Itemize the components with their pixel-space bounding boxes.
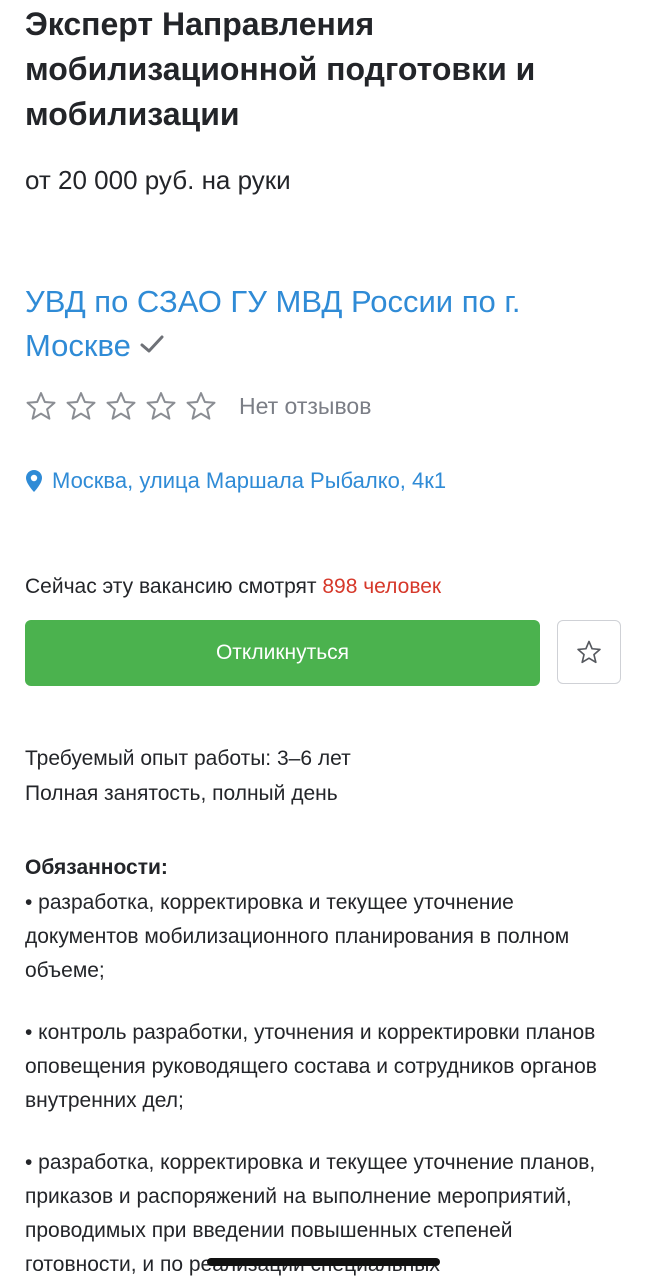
favorite-button[interactable] <box>557 620 621 684</box>
duty-item: • разработка, корректировка и текущее ут… <box>25 891 570 982</box>
viewers-info: Сейчас эту вакансию смотрят 898 человек <box>25 572 441 602</box>
viewers-count: 898 человек <box>322 575 442 598</box>
experience-text: Требуемый опыт работы: 3–6 лет <box>25 747 351 770</box>
company-name: УВД по СЗАО ГУ МВД России по г. Москве <box>25 284 521 363</box>
company-link[interactable]: УВД по СЗАО ГУ МВД России по г. Москве <box>25 280 625 368</box>
viewers-prefix: Сейчас эту вакансию смотрят <box>25 575 323 598</box>
star-outline-icon <box>106 392 136 420</box>
address-link[interactable]: Москва, улица Маршала Рыбалко, 4к1 <box>25 468 446 494</box>
reviews-text: Нет отзывов <box>239 392 372 419</box>
job-details: Требуемый опыт работы: 3–6 лет Полная за… <box>25 741 351 811</box>
company-rating[interactable]: Нет отзывов <box>25 388 371 424</box>
star-outline-icon <box>26 392 56 420</box>
vacancy-title: Эксперт Направления мобилизационной подг… <box>25 6 536 132</box>
duties-heading: Обязанности: <box>25 856 168 879</box>
home-indicator[interactable] <box>207 1258 440 1266</box>
check-icon <box>139 323 165 367</box>
star-outline-icon <box>577 640 601 664</box>
salary-text: от 20 000 руб. на руки <box>25 165 291 195</box>
employment-text: Полная занятость, полный день <box>25 782 338 805</box>
map-pin-icon <box>26 470 42 492</box>
star-outline-icon <box>66 392 96 420</box>
duty-item: • контроль разработки, уточнения и корре… <box>25 1021 597 1112</box>
respond-button-label: Откликнуться <box>215 641 350 664</box>
vacancy-page: Эксперт Направления мобилизационной подг… <box>0 0 648 1280</box>
star-outline-icon <box>146 392 176 420</box>
address-text: Москва, улица Маршала Рыбалко, 4к1 <box>52 468 447 493</box>
respond-button[interactable]: Откликнуться <box>25 620 540 686</box>
star-outline-icon <box>186 392 216 420</box>
